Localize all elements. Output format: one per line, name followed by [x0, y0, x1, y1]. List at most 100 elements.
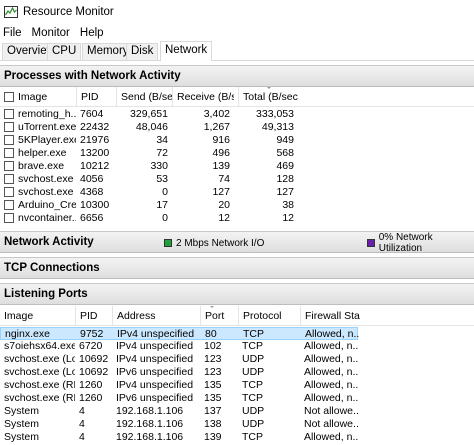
cell-address: 192.168.1.106: [116, 405, 184, 417]
table-row[interactable]: s7oiehsx64.exe 6720 IPv4 unspecified 102 TCP…: [0, 340, 474, 353]
table-row[interactable]: uTorrent.exe 22432 48,046 1,267 49,313: [0, 121, 474, 134]
tab-network[interactable]: Network: [160, 41, 213, 61]
network-activity-section-header[interactable]: Network Activity 2 Mbps Network I/O 0% N…: [0, 231, 474, 254]
select-all-checkbox[interactable]: [4, 92, 14, 102]
table-row[interactable]: svchost.exe (... 4368 0 127 127: [0, 186, 474, 199]
cell-receive: 127: [212, 186, 230, 198]
row-checkbox[interactable]: [4, 109, 14, 119]
network-utilization-label: 0% Network Utilization: [378, 232, 433, 254]
cell-total: 949: [276, 134, 294, 146]
sort-descending-icon: [265, 87, 272, 89]
cell-pid: 4368: [80, 186, 104, 198]
cell-port: 139: [204, 431, 222, 443]
row-checkbox[interactable]: [4, 161, 14, 171]
table-row[interactable]: helper.exe 13200 72 496 568: [0, 147, 474, 160]
cell-image: uTorrent.exe: [18, 121, 76, 133]
col-lp-pid[interactable]: PID: [75, 306, 109, 326]
listening-ports-table: Image PID Address Port Protocol Firewall…: [0, 306, 474, 445]
cell-image: 5KPlayer.exe: [18, 134, 76, 146]
cell-firewall: Allowed, n...: [304, 379, 358, 391]
cell-send: 53: [156, 173, 168, 185]
tab-disk[interactable]: Disk: [126, 43, 159, 60]
cell-image: svchost.exe (Loc...: [4, 366, 75, 378]
table-row[interactable]: svchost.exe (RP... 1260 IPv6 unspecified 13…: [0, 392, 474, 405]
menu-monitor[interactable]: Monitor: [27, 27, 75, 39]
cell-pid: 10692: [79, 366, 109, 378]
network-io-label: 2 Mbps Network I/O: [176, 237, 265, 249]
cell-protocol: TCP: [242, 392, 263, 404]
tab-cpu[interactable]: CPU: [47, 43, 82, 60]
cell-send: 17: [156, 199, 168, 211]
resource-monitor-icon: [4, 6, 18, 18]
table-row[interactable]: svchost.exe (Loc... 10692 IPv6 unspecified…: [0, 366, 474, 379]
cell-image: Arduino_Cre...: [18, 199, 76, 211]
table-row[interactable]: brave.exe 10212 330 139 469: [0, 160, 474, 173]
cell-image: System: [4, 418, 40, 430]
menu-bar: File Monitor Help: [0, 24, 474, 41]
cell-image: svchost.exe (...: [18, 173, 76, 185]
network-activity-title: Network Activity: [4, 236, 94, 248]
menu-file[interactable]: File: [0, 27, 27, 39]
menu-help[interactable]: Help: [75, 27, 109, 39]
row-checkbox[interactable]: [4, 213, 14, 223]
cell-firewall: Allowed, n...: [304, 392, 358, 404]
listening-table-header: Image PID Address Port Protocol Firewall…: [0, 306, 474, 326]
table-row[interactable]: remoting_h... 7604 329,651 3,402 333,053: [0, 108, 474, 121]
col-lp-address[interactable]: Address: [112, 306, 200, 326]
table-row[interactable]: Arduino_Cre... 10300 17 20 38: [0, 199, 474, 212]
cell-port: 137: [204, 405, 222, 417]
row-checkbox[interactable]: [4, 174, 14, 184]
cell-port: 102: [204, 340, 222, 352]
cell-image: remoting_h...: [18, 108, 76, 120]
cell-image: s7oiehsx64.exe: [4, 340, 75, 352]
processes-section-title: Processes with Network Activity: [4, 70, 181, 82]
cell-port: 135: [204, 379, 222, 391]
cell-total: 38: [282, 199, 294, 211]
row-checkbox[interactable]: [4, 200, 14, 210]
row-checkbox[interactable]: [4, 122, 14, 132]
col-lp-image[interactable]: Image: [0, 306, 74, 326]
table-row[interactable]: svchost.exe (Loc... 10692 IPv4 unspecified…: [0, 353, 474, 366]
row-checkbox[interactable]: [4, 148, 14, 158]
tcp-connections-section-header[interactable]: TCP Connections: [0, 257, 474, 279]
col-receive[interactable]: Receive (B/s...: [172, 87, 234, 107]
table-row[interactable]: System 4 192.168.1.106 137 UDP Not allowe...: [0, 405, 474, 418]
processes-section-header[interactable]: Processes with Network Activity: [0, 65, 474, 87]
cell-total: 469: [276, 160, 294, 172]
cell-port: 123: [204, 366, 222, 378]
col-image[interactable]: Image: [14, 87, 74, 107]
table-row[interactable]: System 4 192.168.1.106 139 TCP Allowed, n...: [0, 431, 474, 444]
listening-ports-section-header[interactable]: Listening Ports: [0, 283, 474, 305]
table-row[interactable]: 5KPlayer.exe 21976 34 916 949: [0, 134, 474, 147]
col-lp-port[interactable]: Port: [200, 306, 238, 326]
row-checkbox[interactable]: [4, 135, 14, 145]
cell-image: svchost.exe (...: [18, 186, 76, 198]
cell-send: 34: [156, 134, 168, 146]
cell-image: brave.exe: [18, 160, 65, 172]
window-title: Resource Monitor: [23, 6, 114, 18]
cell-pid: 7604: [80, 108, 104, 120]
col-pid[interactable]: PID: [76, 87, 116, 107]
cell-pid: 1260: [79, 392, 103, 404]
cell-port: 123: [204, 353, 222, 365]
col-lp-firewall[interactable]: Firewall Sta...: [300, 306, 360, 326]
col-send[interactable]: Send (B/sec): [116, 87, 172, 107]
cell-firewall: Allowed, n...: [304, 366, 358, 378]
table-row[interactable]: svchost.exe (... 4056 53 74 128: [0, 173, 474, 186]
cell-protocol: TCP: [242, 340, 263, 352]
row-checkbox[interactable]: [4, 187, 14, 197]
cell-receive: 20: [218, 199, 230, 211]
cell-receive: 496: [212, 147, 230, 159]
table-row[interactable]: nvcontainer.... 6656 0 12 12: [0, 212, 474, 225]
col-lp-protocol[interactable]: Protocol: [238, 306, 300, 326]
cell-port: 138: [204, 418, 222, 430]
table-row[interactable]: System 4 192.168.1.106 138 UDP Not allowe...: [0, 418, 474, 431]
listening-ports-title: Listening Ports: [4, 288, 88, 300]
table-row[interactable]: nginx.exe 9752 IPv4 unspecified 80 TCP Allowe…: [0, 327, 359, 340]
cell-image: svchost.exe (Loc...: [4, 353, 75, 365]
cell-pid: 10300: [80, 199, 110, 211]
col-total[interactable]: Total (B/sec): [238, 87, 298, 107]
table-row[interactable]: svchost.exe (RP... 1260 IPv4 unspecified 13…: [0, 379, 474, 392]
cell-total: 333,053: [256, 108, 294, 120]
cell-pid: 10212: [80, 160, 110, 172]
